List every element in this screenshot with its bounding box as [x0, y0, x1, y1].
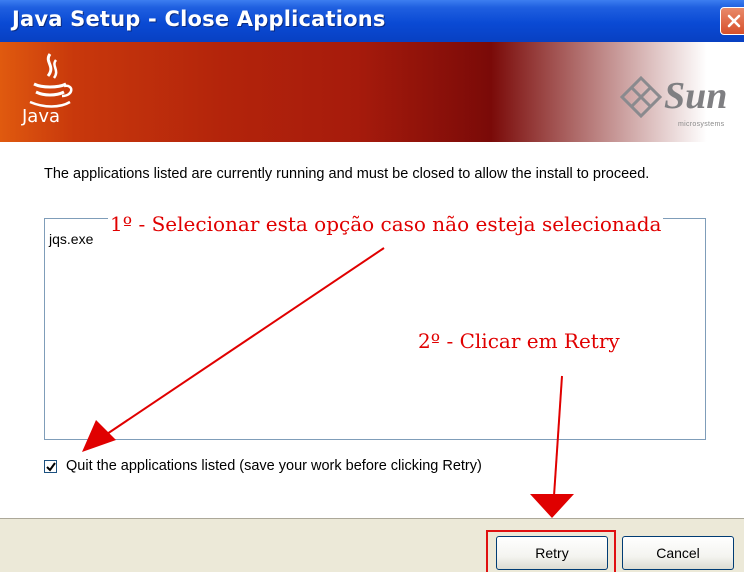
- java-logo-text: Java: [22, 106, 61, 127]
- quit-applications-checkbox[interactable]: [44, 460, 57, 473]
- annotation-step2: 2º - Clicar em Retry: [418, 329, 620, 353]
- list-item[interactable]: jqs.exe: [49, 231, 93, 247]
- instruction-message: The applications listed are currently ru…: [44, 166, 650, 182]
- sun-diamond-icon: [620, 76, 662, 118]
- cancel-button[interactable]: Cancel: [622, 536, 734, 570]
- window-title: Java Setup - Close Applications: [12, 7, 386, 31]
- quit-applications-label[interactable]: Quit the applications listed (save your …: [66, 458, 482, 474]
- checkmark-icon: [46, 462, 56, 472]
- title-bar[interactable]: Java Setup - Close Applications: [0, 0, 744, 42]
- header-banner: Java Sun microsystems: [0, 42, 744, 142]
- sun-subtext: microsystems: [678, 121, 725, 128]
- close-button[interactable]: [720, 7, 744, 35]
- retry-highlight-box: [486, 530, 616, 572]
- annotation-step1: 1º - Selecionar esta opção caso não este…: [108, 212, 664, 236]
- sun-logo-text: Sun: [664, 75, 728, 117]
- close-icon: [727, 14, 741, 28]
- java-setup-window: Java Setup - Close Applications Java Sun…: [0, 0, 744, 572]
- arrowhead-retry: [530, 494, 574, 518]
